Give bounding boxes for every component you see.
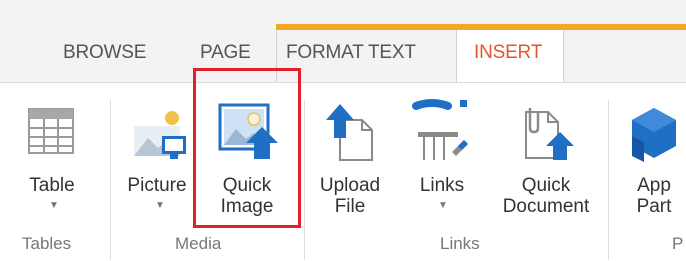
app-part-label-line2[interactable]: Part <box>628 196 680 217</box>
tab-insert[interactable]: INSERT <box>474 42 542 64</box>
tab-browse[interactable]: BROWSE <box>63 42 146 64</box>
group-separator <box>608 100 609 260</box>
picture-button-label[interactable]: Picture <box>124 175 190 196</box>
links-dropdown-caret-icon[interactable]: ▼ <box>438 200 448 211</box>
quick-image-highlight-box <box>193 68 301 228</box>
quick-document-label-line2[interactable]: Document <box>500 196 592 217</box>
app-part-icon[interactable] <box>626 106 682 164</box>
group-separator <box>110 100 111 260</box>
group-label-links: Links <box>440 234 480 253</box>
group-label-tables: Tables <box>22 234 72 253</box>
upload-file-icon[interactable] <box>326 104 376 162</box>
table-dropdown-caret-icon[interactable]: ▼ <box>49 200 59 211</box>
table-button-label[interactable]: Table <box>24 175 80 196</box>
picture-icon[interactable] <box>132 108 188 164</box>
app-part-label-line1[interactable]: App <box>628 175 680 196</box>
table-grid-icon[interactable] <box>28 108 74 154</box>
tab-format-text[interactable]: FORMAT TEXT <box>286 42 416 64</box>
quick-document-icon[interactable] <box>516 104 576 164</box>
group-label-media: Media <box>175 234 222 253</box>
links-icon[interactable] <box>412 98 472 166</box>
links-button-label[interactable]: Links <box>412 175 472 196</box>
picture-dropdown-caret-icon[interactable]: ▼ <box>155 200 165 211</box>
upload-file-label-line1[interactable]: Upload <box>314 175 386 196</box>
group-separator <box>304 100 305 260</box>
quick-document-label-line1[interactable]: Quick <box>500 175 592 196</box>
group-label-parts: P <box>672 234 684 253</box>
tab-page[interactable]: PAGE <box>200 42 251 64</box>
upload-file-label-line2[interactable]: File <box>314 196 386 217</box>
